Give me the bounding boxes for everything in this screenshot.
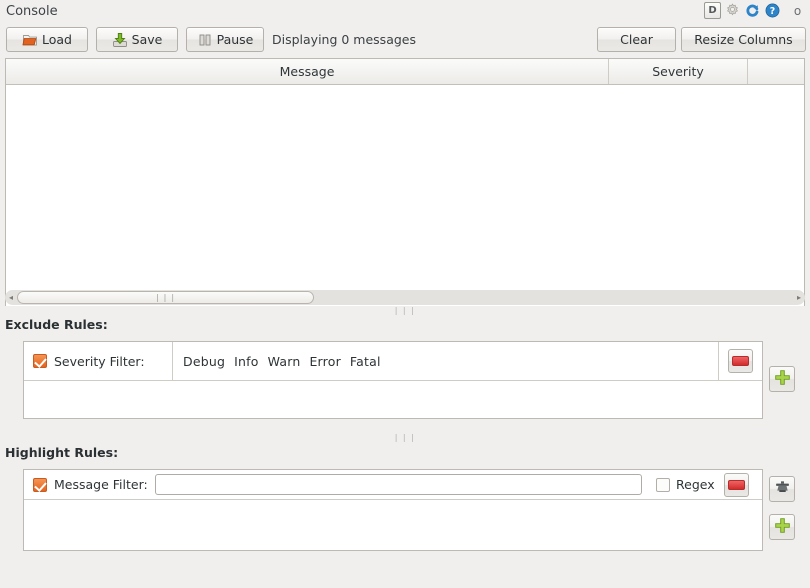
table-horizontal-scrollbar[interactable]: ◂ ❘❘❘ ▸ xyxy=(5,290,805,305)
splitter-grip-icon-2: ❘❘❘ xyxy=(392,433,418,442)
severity-value-fatal: Fatal xyxy=(349,353,381,369)
exclude-rule-label-cell: Severity Filter: xyxy=(24,342,173,380)
console-toolbar: Load Save Pause Displaying 0 messages Cl… xyxy=(0,25,810,55)
severity-value-info: Info xyxy=(234,353,259,369)
table-header-row: Message Severity xyxy=(6,59,804,85)
exclude-rules-heading: Exclude Rules: xyxy=(5,317,108,332)
exclude-rule-row: Severity Filter: Debug Info Warn Error F… xyxy=(24,342,762,381)
color-picker-icon xyxy=(774,479,791,499)
remove-highlight-rule-button[interactable] xyxy=(724,472,750,497)
highlight-rule-label-cell: Message Filter: xyxy=(24,470,155,499)
pause-button-label: Pause xyxy=(216,32,254,47)
pause-icon xyxy=(197,32,213,48)
close-icon[interactable]: o xyxy=(789,2,806,19)
highlight-color-button[interactable] xyxy=(769,476,795,502)
exclude-rule-label: Severity Filter: xyxy=(54,353,145,369)
regex-option[interactable]: Regex xyxy=(656,477,715,492)
window-title: Console xyxy=(6,4,58,19)
pause-button[interactable]: Pause xyxy=(186,27,264,52)
resize-columns-button-label: Resize Columns xyxy=(694,32,793,47)
column-header-blank[interactable] xyxy=(748,59,804,84)
detach-icon-label: D xyxy=(708,5,717,16)
regex-checkbox[interactable] xyxy=(656,477,670,492)
exclude-rule-enabled-checkbox[interactable] xyxy=(33,354,47,368)
remove-exclude-rule-button[interactable] xyxy=(728,349,753,373)
highlight-rules-panel: Message Filter: Regex xyxy=(23,469,763,551)
close-icon-label: o xyxy=(793,3,802,18)
column-header-severity[interactable]: Severity xyxy=(609,59,748,84)
save-button[interactable]: Save xyxy=(96,27,178,52)
clear-button[interactable]: Clear xyxy=(597,27,676,52)
splitter-handle-bottom[interactable]: ❘❘❘ xyxy=(0,433,810,443)
severity-value-error: Error xyxy=(309,353,341,369)
detach-icon[interactable]: D xyxy=(704,2,721,19)
status-message: Displaying 0 messages xyxy=(272,32,416,47)
help-icon[interactable]: ? xyxy=(764,2,781,19)
plus-icon xyxy=(774,369,791,389)
column-header-message[interactable]: Message xyxy=(6,59,609,84)
save-button-label: Save xyxy=(131,32,163,47)
save-disk-icon xyxy=(112,32,128,48)
window-titlebar: Console D ? o xyxy=(0,0,810,24)
resize-columns-button[interactable]: Resize Columns xyxy=(681,27,806,52)
minus-icon xyxy=(732,356,749,366)
scrollbar-track[interactable]: ❘❘❘ xyxy=(17,291,793,304)
window-controls: D ? o xyxy=(704,2,806,19)
clear-button-label: Clear xyxy=(620,32,653,47)
message-table: Message Severity xyxy=(5,58,805,306)
exclude-rule-actions xyxy=(718,342,762,380)
regex-label: Regex xyxy=(676,477,715,492)
load-button[interactable]: Load xyxy=(6,27,88,52)
settings-gear-icon[interactable] xyxy=(724,2,741,19)
scrollbar-thumb-grip: ❘❘❘ xyxy=(153,292,178,302)
severity-value-warn: Warn xyxy=(267,353,301,369)
add-highlight-rule-button[interactable] xyxy=(769,514,795,540)
minus-icon xyxy=(728,479,746,490)
severity-value-debug: Debug xyxy=(183,353,226,369)
splitter-grip-icon: ❘❘❘ xyxy=(392,306,418,315)
highlight-rule-row: Message Filter: Regex xyxy=(24,470,762,500)
scroll-left-arrow-icon[interactable]: ◂ xyxy=(5,290,17,305)
highlight-rule-enabled-checkbox[interactable] xyxy=(33,477,47,492)
table-body[interactable] xyxy=(6,85,804,306)
plus-icon xyxy=(774,517,791,537)
splitter-handle-top[interactable]: ❘❘❘ xyxy=(0,306,810,316)
add-exclude-rule-button[interactable] xyxy=(769,366,795,392)
highlight-rules-heading: Highlight Rules: xyxy=(5,445,119,460)
refresh-icon[interactable] xyxy=(744,2,761,19)
message-filter-input[interactable] xyxy=(155,474,642,495)
exclude-rules-panel: Severity Filter: Debug Info Warn Error F… xyxy=(23,341,763,419)
highlight-rule-label: Message Filter: xyxy=(54,477,148,492)
highlight-rule-actions xyxy=(715,470,759,499)
load-button-label: Load xyxy=(42,32,72,47)
scroll-right-arrow-icon[interactable]: ▸ xyxy=(793,290,805,305)
folder-open-icon xyxy=(22,32,38,48)
severity-filter-values[interactable]: Debug Info Warn Error Fatal xyxy=(173,342,718,380)
svg-text:?: ? xyxy=(770,6,775,17)
scrollbar-thumb[interactable]: ❘❘❘ xyxy=(17,291,314,304)
